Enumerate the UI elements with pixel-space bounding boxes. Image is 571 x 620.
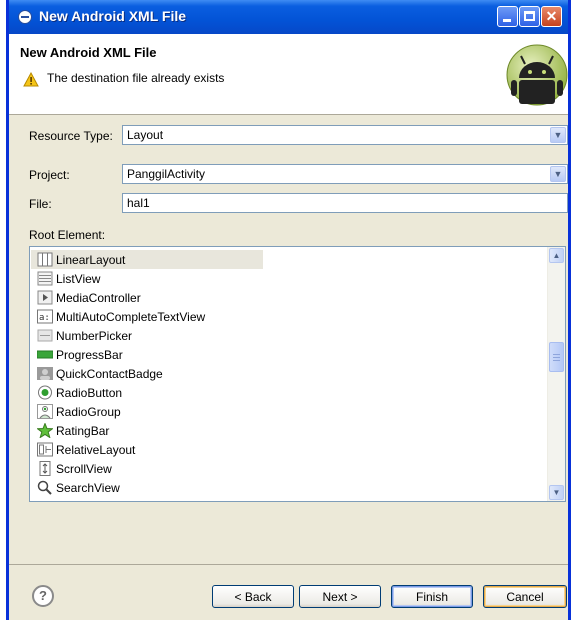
dialog-window: New Android XML File ✕ New Android XML F…	[6, 0, 571, 620]
back-button[interactable]: < Back	[212, 585, 294, 608]
next-button[interactable]: Next >	[299, 585, 381, 608]
list-item-label: ScrollView	[56, 462, 112, 476]
title-bar[interactable]: New Android XML File ✕	[9, 0, 568, 34]
close-button[interactable]: ✕	[541, 6, 562, 27]
list-item-label: ProgressBar	[56, 348, 123, 362]
list-item-label: RelativeLayout	[56, 443, 136, 457]
project-select[interactable]: PanggilActivity ▼	[122, 164, 568, 184]
header-message: The destination file already exists	[47, 71, 225, 85]
list-item-label: NumberPicker	[56, 329, 133, 343]
help-icon: ?	[39, 588, 47, 603]
window-menu-icon[interactable]	[18, 10, 32, 24]
quick-contact-badge-icon	[37, 367, 53, 380]
scroll-up-button[interactable]: ▲	[549, 248, 564, 263]
radio-button-icon	[38, 385, 52, 400]
list-item-radiobutton[interactable]: RadioButton	[31, 383, 263, 402]
chevron-up-icon: ▲	[552, 251, 561, 260]
file-input[interactable]	[123, 194, 567, 212]
project-label: Project:	[29, 168, 70, 182]
scroll-view-icon	[39, 461, 51, 476]
resource-type-select[interactable]: Layout ▼	[122, 125, 568, 145]
resource-type-value: Layout	[127, 128, 164, 142]
scroll-down-button[interactable]: ▼	[549, 485, 564, 500]
list-item-label: MediaController	[56, 291, 141, 305]
chevron-down-icon[interactable]: ▼	[550, 127, 566, 143]
wizard-header: New Android XML File The destination fil…	[9, 34, 568, 115]
list-item-label: RatingBar	[56, 424, 110, 438]
footer-divider	[9, 564, 568, 565]
root-element-label: Root Element:	[29, 228, 106, 242]
media-controller-icon	[37, 290, 53, 305]
multi-autocomplete-icon: a:	[37, 309, 53, 324]
rating-bar-icon	[37, 423, 53, 438]
list-item-relativelayout[interactable]: RelativeLayout	[31, 440, 263, 459]
android-logo-icon	[506, 44, 568, 106]
list-item-label: RadioGroup	[56, 405, 121, 419]
help-button[interactable]: ?	[32, 585, 54, 607]
list-item-label: SearchView	[56, 481, 120, 495]
root-element-list[interactable]: LinearLayout ListView MediaController a:	[29, 246, 566, 502]
file-field[interactable]	[122, 193, 568, 213]
close-icon: ✕	[545, 8, 558, 24]
chevron-down-icon[interactable]: ▼	[550, 166, 566, 182]
project-value: PanggilActivity	[127, 167, 206, 181]
grip-line	[553, 360, 560, 361]
grip-line	[553, 354, 560, 355]
list-item-label: RadioButton	[56, 386, 123, 400]
list-item-listview[interactable]: ListView	[31, 269, 263, 288]
minimize-icon	[503, 19, 511, 22]
finish-button[interactable]: Finish	[391, 585, 473, 608]
list-item-radiogroup[interactable]: RadioGroup	[31, 402, 263, 421]
window-title: New Android XML File	[39, 8, 187, 24]
list-item-searchview[interactable]: SearchView	[31, 478, 263, 497]
maximize-button[interactable]	[519, 6, 540, 27]
list-item-numberpicker[interactable]: NumberPicker	[31, 326, 263, 345]
list-item-label: LinearLayout	[56, 253, 126, 267]
list-item-multiautocompletetextview[interactable]: a: MultiAutoCompleteTextView	[31, 307, 263, 326]
chevron-down-icon: ▼	[552, 488, 561, 497]
file-label: File:	[29, 197, 52, 211]
list-item-ratingbar[interactable]: RatingBar	[31, 421, 263, 440]
list-item-label: QuickContactBadge	[56, 367, 163, 381]
relative-layout-icon	[37, 442, 53, 457]
minimize-button[interactable]	[497, 6, 518, 27]
linear-layout-icon	[37, 252, 53, 267]
list-item-progressbar[interactable]: ProgressBar	[31, 345, 263, 364]
list-vertical-scrollbar[interactable]: ▲ ▼	[547, 247, 565, 501]
svg-text:a:: a:	[39, 313, 50, 323]
list-view-icon	[37, 271, 53, 286]
maximize-icon	[524, 11, 535, 21]
grip-line	[553, 357, 560, 358]
header-title: New Android XML File	[20, 45, 157, 60]
list-item-quickcontactbadge[interactable]: QuickContactBadge	[31, 364, 263, 383]
search-view-icon	[37, 480, 52, 495]
number-picker-icon	[37, 329, 53, 342]
cancel-button[interactable]: Cancel	[483, 585, 567, 608]
progress-bar-icon	[37, 350, 53, 359]
radio-group-icon	[37, 404, 53, 419]
resource-type-label: Resource Type:	[29, 129, 113, 143]
list-item-mediacontroller[interactable]: MediaController	[31, 288, 263, 307]
list-item-scrollview[interactable]: ScrollView	[31, 459, 263, 478]
list-item-linearlayout[interactable]: LinearLayout	[31, 250, 263, 269]
scroll-thumb[interactable]	[549, 342, 564, 372]
list-item-label: MultiAutoCompleteTextView	[56, 310, 206, 324]
warning-icon	[23, 72, 39, 87]
list-item-label: ListView	[56, 272, 101, 286]
